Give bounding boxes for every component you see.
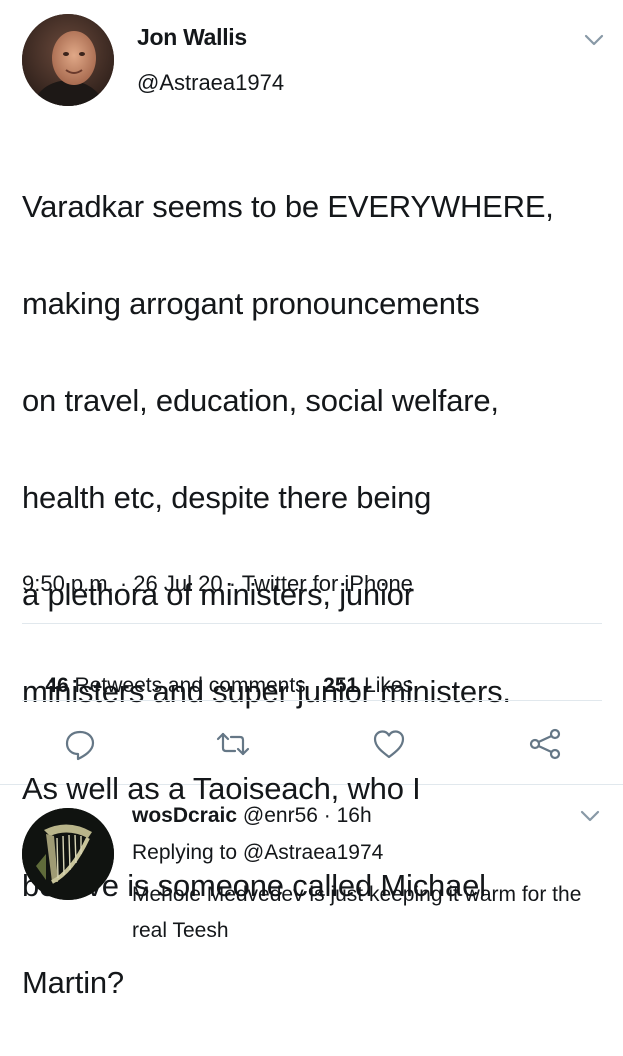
reply-header: wosDcraic @enr56 · 16h [132,804,372,828]
avatar[interactable] [22,14,114,106]
reply-author-name[interactable]: wosDcraic [132,804,237,827]
tweet-meta: 9:50 p.m. · 26 Jul 20 · Twitter for iPho… [22,571,413,597]
chevron-down-icon[interactable] [580,26,608,54]
tweet-source[interactable]: Twitter for iPhone [242,571,413,596]
reply-age[interactable]: 16h [337,804,372,827]
tweet-text-line: health etc, despite there being [22,479,432,515]
tweet-stats: 46 Retweets and comments 251 Likes [22,650,413,722]
retweets-stat[interactable]: 46 Retweets and comments [45,674,305,697]
tweet-text-line: Martin? [22,964,124,1000]
tweet-text-line: on travel, education, social welfare, [22,382,499,418]
like-icon[interactable] [371,726,407,762]
replying-to: Replying to @Astraea1974 [132,841,383,865]
meta-separator: · [317,804,337,827]
harp-icon [22,808,114,900]
tweet-time[interactable]: 9:50 p.m. [22,571,114,596]
share-icon[interactable] [527,726,563,762]
reply-author-handle[interactable]: @enr56 [243,804,318,827]
author-name[interactable]: Jon Wallis [137,24,247,51]
reply-tweet[interactable]: wosDcraic @enr56 · 16h Replying to @Astr… [0,786,623,960]
tweet-date[interactable]: 26 Jul 20 [133,571,222,596]
divider [22,623,602,624]
tweet-text-line: making arrogant pronouncements [22,285,480,321]
likes-stat[interactable]: 251 Likes [323,674,413,697]
meta-separator: · [222,571,242,596]
retweets-label: Retweets and comments [74,674,306,697]
likes-count: 251 [323,674,359,697]
tweet-text-line: Varadkar seems to be EVERYWHERE, [22,188,554,224]
avatar-photo [22,14,114,106]
likes-label: Likes [364,674,414,697]
replying-prefix: Replying to [132,841,243,864]
reply-text: Mehole Medvedev is just keeping it warm … [132,883,582,942]
main-tweet: Jon Wallis @Astraea1974 Varadkar seems t… [0,0,623,1000]
chevron-down-icon[interactable] [576,802,604,830]
retweet-icon[interactable] [215,726,251,762]
divider [22,700,602,701]
reply-avatar[interactable] [22,808,114,900]
meta-separator: · [113,571,134,596]
reply-icon[interactable] [62,726,98,762]
replying-handle[interactable]: @Astraea1974 [243,841,383,864]
retweets-count: 46 [45,674,69,697]
author-handle[interactable]: @Astraea1974 [137,70,284,96]
